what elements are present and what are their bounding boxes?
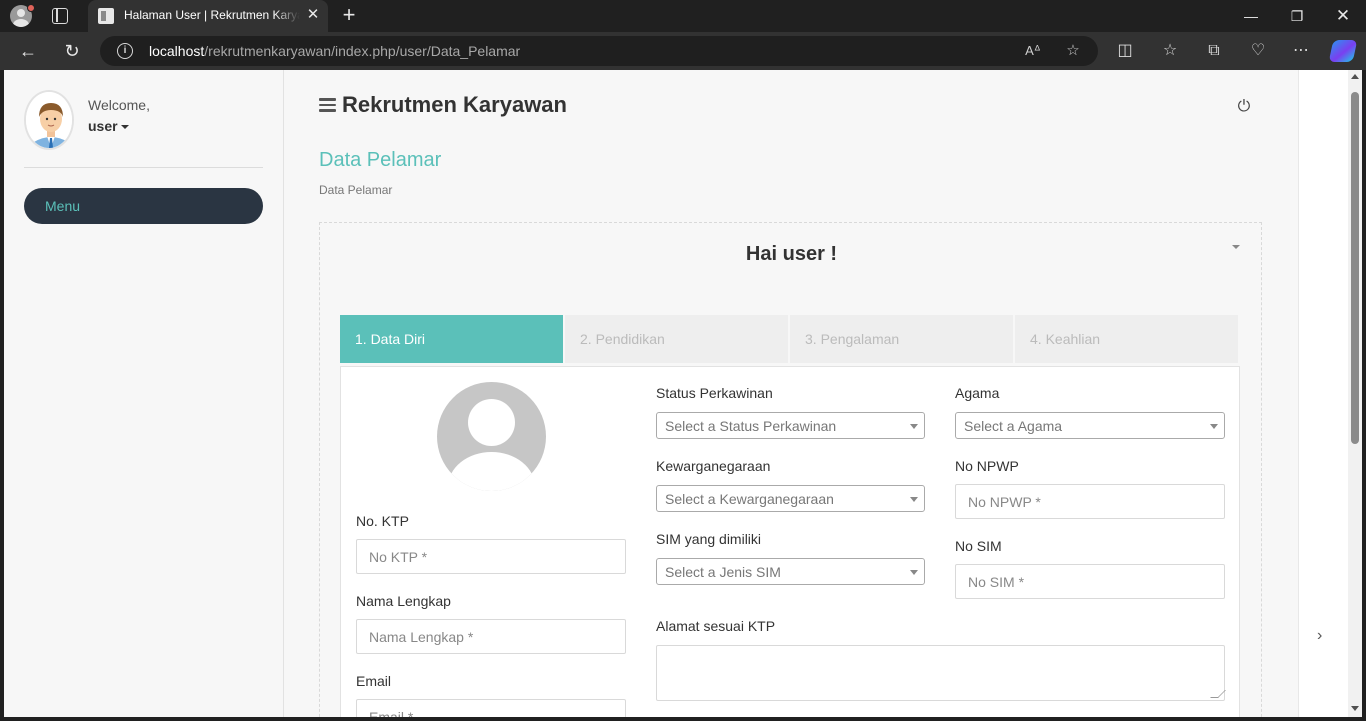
close-window-icon[interactable]: ✕ [1320, 0, 1366, 32]
ktp-label: No. KTP [356, 513, 409, 529]
page-favicon-icon [98, 8, 114, 24]
dropdown-arrow-icon [910, 570, 918, 575]
alamat-textarea[interactable] [656, 645, 1226, 701]
app-title: Rekrutmen Karyawan [342, 92, 567, 117]
dropdown-arrow-icon [1210, 424, 1218, 429]
new-tab-icon[interactable]: + [338, 4, 360, 26]
status-label: Status Perkawinan [656, 385, 773, 401]
step-pengalaman[interactable]: 3. Pengalaman [790, 315, 1013, 363]
close-tab-icon[interactable]: ✕ [304, 6, 322, 24]
status-select[interactable]: Select a Status Perkawinan [656, 412, 925, 439]
form-card: Hai user ! 1. Data Diri 2. Pendidikan 3.… [319, 222, 1262, 717]
window-frame-bottom [0, 717, 1366, 721]
breadcrumb: Data Pelamar [319, 183, 393, 197]
main-content: Rekrutmen Karyawan ⏻ Data Pelamar Data P… [284, 70, 1298, 717]
chevron-right-icon[interactable]: › [1317, 627, 1322, 645]
npwp-label: No NPWP [955, 458, 1019, 474]
restore-icon[interactable]: ❐ [1274, 0, 1320, 32]
agama-label: Agama [955, 385, 1000, 401]
welcome-text: Welcome, [88, 97, 150, 113]
step-pendidikan[interactable]: 2. Pendidikan [565, 315, 788, 363]
copilot-icon[interactable] [1328, 40, 1358, 62]
user-avatar-icon [26, 92, 72, 148]
caret-down-icon [120, 125, 129, 130]
data-diri-form: No. KTP No KTP * Nama Lengkap Nama Lengk… [340, 366, 1240, 717]
back-icon[interactable]: ← [16, 39, 40, 63]
favorites-icon[interactable]: ☆ [1160, 41, 1180, 61]
performance-icon[interactable]: ♡ [1248, 41, 1268, 61]
browser-titlebar: Halaman User | Rekrutmen Karyawan ✕ + — … [0, 0, 1366, 32]
scroll-down-icon[interactable] [1351, 706, 1359, 711]
user-dropdown[interactable]: user [88, 118, 129, 134]
read-aloud-icon[interactable]: Aᐞ [1023, 41, 1043, 61]
sim-type-select[interactable]: Select a Jenis SIM [656, 558, 925, 585]
username-label: user [88, 118, 118, 134]
favorite-star-icon[interactable]: ☆ [1063, 41, 1083, 61]
kewarganegaraan-select-value: Select a Kewarganegaraan [665, 491, 834, 507]
nama-input[interactable]: Nama Lengkap * [356, 619, 626, 654]
agama-select[interactable]: Select a Agama [955, 412, 1225, 439]
window-frame-right [1362, 70, 1366, 721]
kewarganegaraan-label: Kewarganegaraan [656, 458, 771, 474]
collections-icon[interactable]: ⧉ [1204, 41, 1224, 61]
dropdown-arrow-icon [910, 497, 918, 502]
sidebar: Welcome, user Menu [4, 70, 284, 717]
resize-handle-icon[interactable] [1210, 690, 1226, 698]
browser-toolbar: ← ↻ i localhost/rekrutmenkaryawan/index.… [0, 32, 1366, 70]
minimize-icon[interactable]: — [1228, 0, 1274, 32]
email-input[interactable]: Email * [356, 699, 626, 717]
profile-photo-placeholder-icon[interactable] [437, 382, 546, 491]
power-logout-icon[interactable]: ⏻ [1234, 97, 1254, 117]
address-bar[interactable]: i localhost/rekrutmenkaryawan/index.php/… [100, 36, 1098, 66]
more-menu-icon[interactable]: ⋯ [1291, 41, 1311, 61]
site-info-icon[interactable]: i [117, 43, 133, 59]
url-text[interactable]: localhost/rekrutmenkaryawan/index.php/us… [149, 43, 520, 59]
page-title: Data Pelamar [319, 149, 442, 171]
npwp-input[interactable]: No NPWP * [955, 484, 1225, 519]
ktp-input[interactable]: No KTP * [356, 539, 626, 574]
greeting-heading: Hai user ! [745, 243, 838, 265]
sidebar-menu-label: Menu [45, 198, 81, 214]
sidebar-divider [24, 167, 263, 168]
step-data-diri[interactable]: 1. Data Diri [340, 315, 563, 363]
nama-label: Nama Lengkap [356, 593, 451, 609]
sim-type-label: SIM yang dimiliki [656, 531, 762, 547]
tab-actions-icon[interactable] [52, 8, 68, 24]
sim-no-label: No SIM [955, 538, 1002, 554]
tab-title: Halaman User | Rekrutmen Karyawan [124, 8, 300, 22]
page-viewport: Welcome, user Menu Rekrutmen Karyawan ⏻ … [4, 70, 1348, 717]
notification-dot-icon [27, 4, 35, 12]
kewarganegaraan-select[interactable]: Select a Kewarganegaraan [656, 485, 925, 512]
scrollbar-thumb[interactable] [1351, 92, 1359, 444]
wizard-steps: 1. Data Diri 2. Pendidikan 3. Pengalaman… [340, 315, 1240, 365]
status-select-value: Select a Status Perkawinan [665, 418, 837, 434]
dropdown-arrow-icon [910, 424, 918, 429]
sidebar-menu-item[interactable]: Menu [24, 188, 263, 224]
refresh-icon[interactable]: ↻ [60, 39, 84, 63]
step-keahlian[interactable]: 4. Keahlian [1015, 315, 1238, 363]
right-panel-strip: › [1298, 70, 1348, 717]
page-scrollbar[interactable] [1348, 70, 1362, 717]
sim-type-select-value: Select a Jenis SIM [665, 564, 781, 580]
scroll-up-icon[interactable] [1351, 74, 1359, 79]
hamburger-menu-icon[interactable] [319, 98, 336, 112]
split-screen-icon[interactable]: ◫ [1115, 41, 1135, 61]
alamat-label: Alamat sesuai KTP [656, 618, 776, 634]
email-label: Email [356, 673, 392, 689]
user-avatar [24, 90, 74, 150]
agama-select-value: Select a Agama [964, 418, 1063, 434]
sim-no-input[interactable]: No SIM * [955, 564, 1225, 599]
browser-tab[interactable]: Halaman User | Rekrutmen Karyawan ✕ [88, 0, 328, 32]
